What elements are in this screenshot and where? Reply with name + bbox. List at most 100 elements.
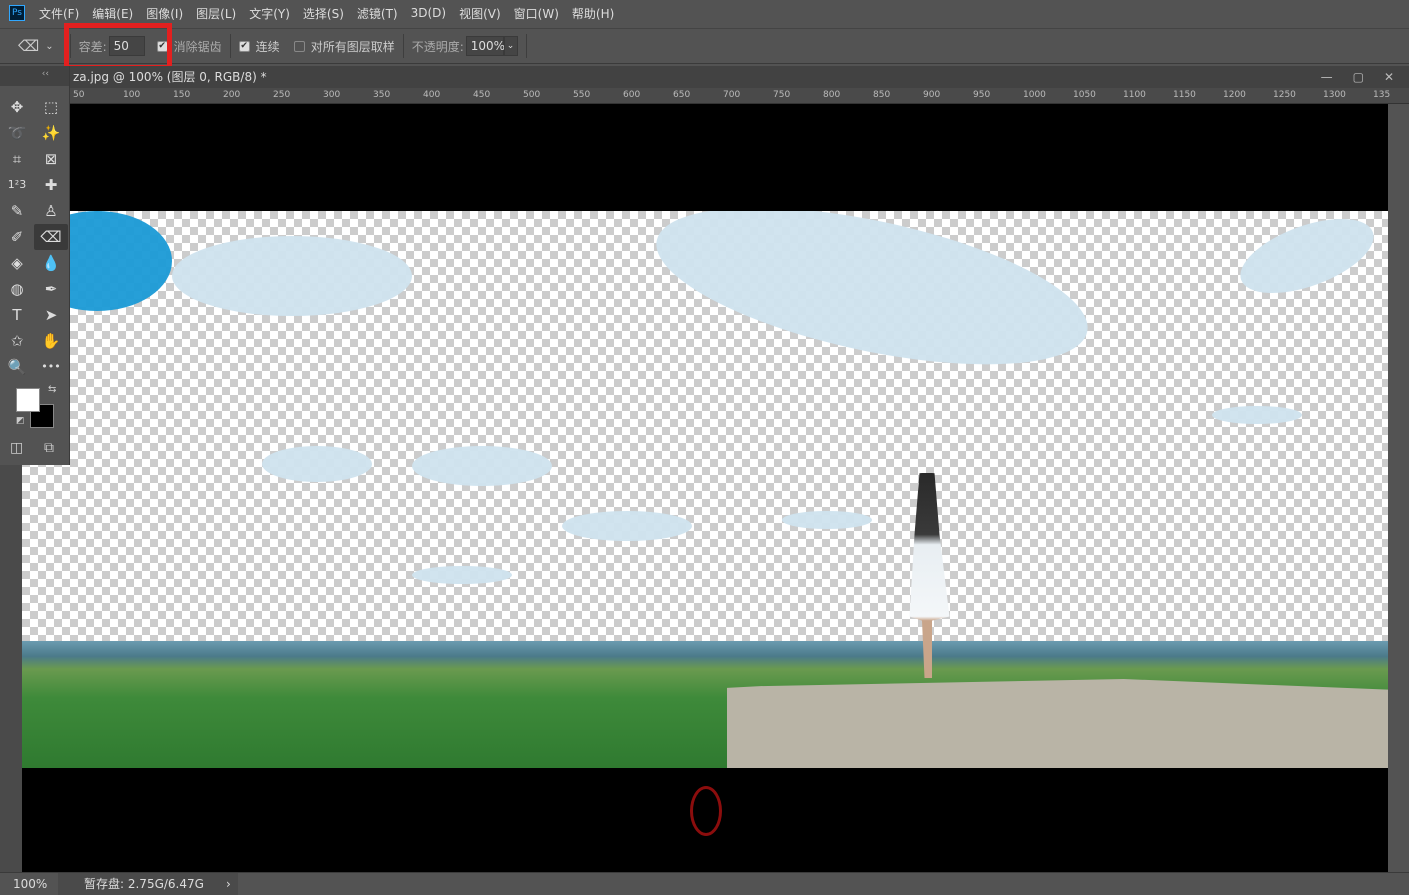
status-menu-arrow[interactable]: › [226, 877, 231, 891]
menu-filter[interactable]: 滤镜(T) [357, 5, 398, 22]
color-swatches: ⇆ ◩ [16, 384, 58, 430]
ruler-label: 50 [73, 90, 85, 100]
restore-button[interactable]: ▢ [1353, 66, 1364, 88]
cloud [262, 446, 372, 482]
default-colors-icon[interactable]: ◩ [16, 416, 25, 426]
menu-bar: Ps 文件(F) 编辑(E) 图像(I) 图层(L) 文字(Y) 选择(S) 滤… [0, 0, 1409, 26]
zoom-level[interactable]: 100% [0, 877, 58, 891]
ruler-label: 650 [673, 90, 691, 100]
ruler-label: 1300 [1323, 90, 1346, 100]
sample-all-layers-label: 对所有图层取样 [310, 39, 395, 54]
foreground-color-swatch[interactable] [16, 388, 40, 412]
toolbox: ‹‹ ✥ ⬚ ➰ ✨ ⌗ ⊠ 1²3 ✚ ✎ ♙ ✐ ⌫ ◈ 💧 ◍ ✒ T ➤ ✩ ✋ 🔍 ••• ⇆ ◩ ◫ ⧉ [0, 66, 70, 465]
cloud [412, 446, 552, 486]
marquee-tool-icon[interactable]: ⬚ [34, 94, 68, 120]
watermark-seal [690, 786, 722, 836]
menu-select[interactable]: 选择(S) [303, 5, 344, 22]
magic-eraser-icon[interactable]: ⌫ [18, 37, 39, 55]
cloud [412, 566, 512, 584]
options-bar: ⌫ ⌄ 容差: 50 ✔ 消除锯齿 ✔ 连续 对所有图层取样 不透明度: 100… [0, 28, 1409, 64]
ruler-label: 135 [1373, 90, 1391, 100]
menu-image[interactable]: 图像(I) [146, 5, 183, 22]
status-bar: 100% 暂存盘: 2.75G/6.47G › [0, 872, 1409, 895]
menu-help[interactable]: 帮助(H) [572, 5, 614, 22]
close-button[interactable]: ✕ [1384, 66, 1394, 88]
ruler-label: 1250 [1273, 90, 1296, 100]
horizontal-ruler[interactable]: 50 100 150 200 250 300 350 400 450 500 550 600 650 70… [70, 88, 1409, 104]
ruler-label: 1050 [1073, 90, 1096, 100]
opacity-dropdown-icon[interactable]: ⌄ [503, 36, 518, 56]
sample-all-layers-checkbox[interactable] [293, 40, 305, 52]
ruler-label: 300 [323, 90, 341, 100]
cloud [1212, 406, 1302, 424]
brush-tool-icon[interactable]: ✎ [0, 198, 34, 224]
concrete-platform [727, 679, 1388, 768]
dodge-tool-icon[interactable]: ◍ [0, 276, 34, 302]
ruler-label: 850 [873, 90, 891, 100]
path-select-tool-icon[interactable]: ➤ [34, 302, 68, 328]
ruler-label: 200 [223, 90, 241, 100]
contiguous-label: 连续 [255, 39, 280, 54]
ruler-label: 800 [823, 90, 841, 100]
menu-edit[interactable]: 编辑(E) [92, 5, 133, 22]
ruler-label: 350 [373, 90, 391, 100]
divider [229, 34, 231, 58]
image-layer [22, 211, 1388, 768]
ruler-label: 600 [623, 90, 641, 100]
magic-wand-tool-icon[interactable]: ✨ [34, 120, 68, 146]
toolbox-collapse-button[interactable]: ‹‹ [0, 66, 69, 86]
lasso-tool-icon[interactable]: ➰ [0, 120, 34, 146]
minimize-button[interactable]: — [1321, 66, 1333, 88]
count-tool-icon[interactable]: 1²3 [0, 172, 34, 198]
pen-tool-icon[interactable]: ✒ [34, 276, 68, 302]
menu-layer[interactable]: 图层(L) [196, 5, 236, 22]
zoom-tool-icon[interactable]: 🔍 [0, 354, 34, 380]
divider [525, 34, 527, 58]
photoshop-logo: Ps [9, 5, 25, 21]
menu-window[interactable]: 窗口(W) [514, 5, 559, 22]
quick-mask-icon[interactable]: ◫ [10, 440, 23, 456]
hand-tool-icon[interactable]: ✋ [34, 328, 68, 354]
swap-colors-icon[interactable]: ⇆ [48, 384, 56, 395]
crop-tool-icon[interactable]: ⌗ [0, 146, 34, 172]
move-tool-icon[interactable]: ✥ [0, 94, 34, 120]
document-canvas[interactable] [22, 104, 1388, 872]
blur-tool-icon[interactable]: 💧 [34, 250, 68, 276]
opacity-input[interactable]: 100% [465, 36, 505, 56]
ruler-label: 150 [173, 90, 191, 100]
ruler-label: 400 [423, 90, 441, 100]
document-title: za.jpg @ 100% (图层 0, RGB/8) * [73, 70, 267, 84]
cloud [782, 511, 872, 529]
cloud [1230, 211, 1384, 309]
healing-tool-icon[interactable]: ✚ [34, 172, 68, 198]
magic-eraser-tool-icon[interactable]: ⌫ [34, 224, 68, 250]
ruler-label: 1200 [1223, 90, 1246, 100]
ruler-label: 450 [473, 90, 491, 100]
tool-preset-chevron-icon[interactable]: ⌄ [45, 41, 53, 52]
document-tab[interactable]: za.jpg @ 100% (图层 0, RGB/8) * — ▢ ✕ [70, 66, 1409, 88]
screen-mode-icon[interactable]: ⧉ [44, 440, 54, 456]
ruler-label: 700 [723, 90, 741, 100]
ruler-label: 750 [773, 90, 791, 100]
menu-3d[interactable]: 3D(D) [411, 6, 446, 20]
ruler-label: 250 [273, 90, 291, 100]
type-tool-icon[interactable]: T [0, 302, 34, 328]
cloud [172, 236, 412, 316]
more-tool-icon[interactable]: ••• [34, 354, 68, 380]
menu-view[interactable]: 视图(V) [459, 5, 501, 22]
ruler-label: 900 [923, 90, 941, 100]
cloud [562, 511, 692, 541]
menu-file[interactable]: 文件(F) [39, 5, 79, 22]
highlight-box [64, 23, 172, 70]
ruler-label: 100 [123, 90, 141, 100]
frame-tool-icon[interactable]: ⊠ [34, 146, 68, 172]
divider [402, 34, 404, 58]
contiguous-checkbox[interactable]: ✔ [238, 40, 250, 52]
ruler-label: 1000 [1023, 90, 1046, 100]
paint-bucket-tool-icon[interactable]: ◈ [0, 250, 34, 276]
ruler-label: 950 [973, 90, 991, 100]
menu-type[interactable]: 文字(Y) [249, 5, 290, 22]
stamp-tool-icon[interactable]: ♙ [34, 198, 68, 224]
history-brush-tool-icon[interactable]: ✐ [0, 224, 34, 250]
shape-tool-icon[interactable]: ✩ [0, 328, 34, 354]
